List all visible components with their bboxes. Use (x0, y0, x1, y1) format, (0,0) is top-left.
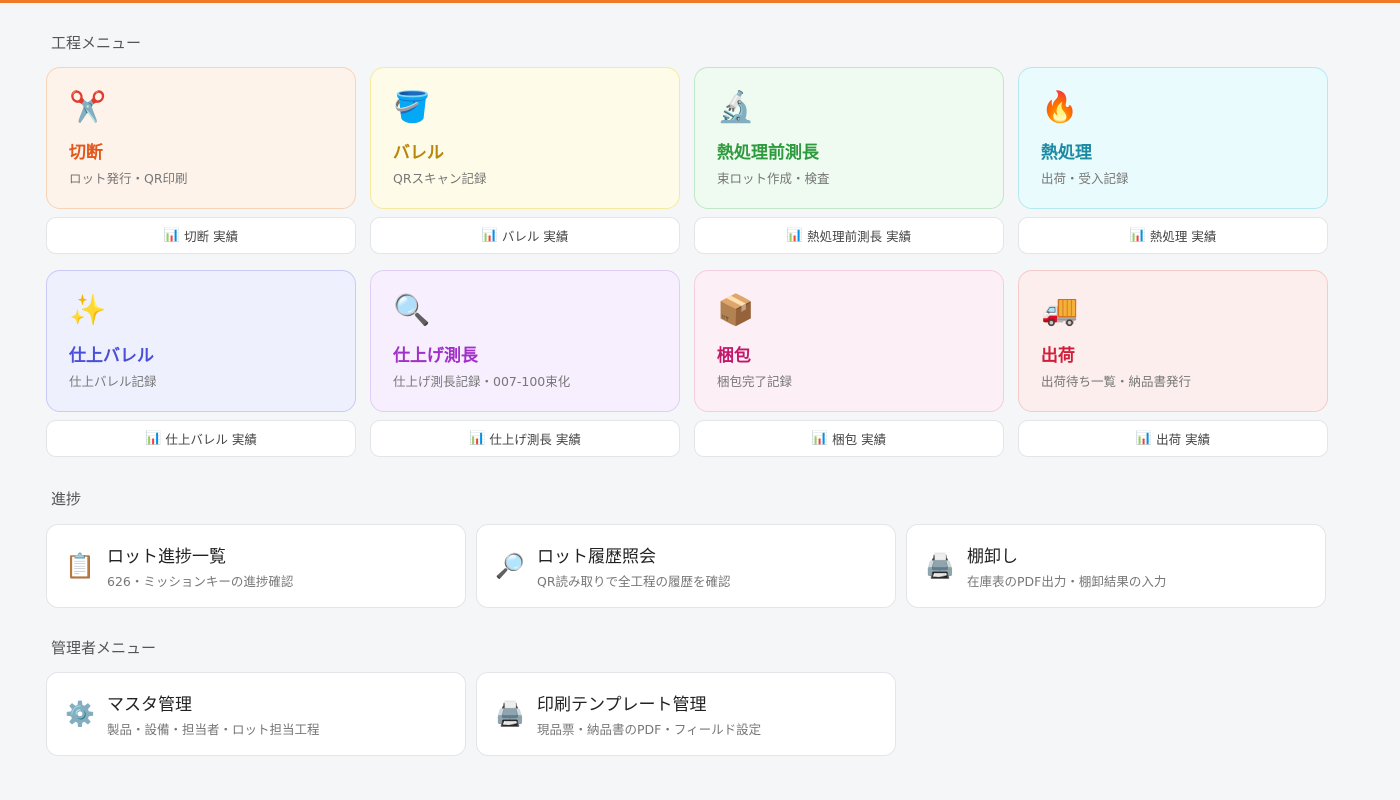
print-template-management-card[interactable]: 🖨️ 印刷テンプレート管理 現品票・納品書のPDF・フィールド設定 (476, 672, 896, 756)
finish-measure-results-button[interactable]: 📊 仕上げ測長 実績 (370, 420, 680, 457)
process-row-2: ✨ 仕上バレル 仕上バレル記録 📊 仕上バレル 実績 🔍 仕上げ測長 仕上げ測長… (46, 270, 1328, 457)
process-heat-treatment: 🔥 熱処理 出荷・受入記録 📊 熱処理 実績 (1018, 67, 1328, 254)
bar-chart-icon: 📊 (786, 228, 804, 243)
fire-icon: 🔥 (1041, 90, 1079, 125)
magnifier-icon: 🔎 (495, 552, 525, 580)
clipboard-icon: 📋 (65, 552, 95, 580)
packing-results-button[interactable]: 📊 梱包 実績 (694, 420, 1004, 457)
process-title: バレル (393, 143, 444, 163)
bar-chart-icon: 📊 (145, 431, 162, 446)
card-title: 棚卸し (967, 547, 1018, 567)
process-subtitle: QRスキャン記録 (393, 171, 487, 186)
card-texts: ロット履歴照会 QR読み取りで全工程の履歴を確認 (537, 542, 731, 590)
process-finish-measure: 🔍 仕上げ測長 仕上げ測長記録・007-100束化 📊 仕上げ測長 実績 (370, 270, 680, 457)
section-title-progress: 進捗 (51, 490, 82, 508)
shipping-results-button[interactable]: 📊 出荷 実績 (1018, 420, 1328, 457)
process-subtitle: 出荷・受入記録 (1041, 171, 1129, 186)
barrel-results-button[interactable]: 📊 バレル 実績 (370, 217, 680, 254)
process-title: 熱処理前測長 (717, 143, 819, 163)
process-subtitle: 仕上げ測長記録・007-100束化 (393, 374, 571, 389)
process-finish-barrel: ✨ 仕上バレル 仕上バレル記録 📊 仕上バレル 実績 (46, 270, 356, 457)
process-card-finish-barrel[interactable]: ✨ 仕上バレル 仕上バレル記録 (46, 270, 356, 412)
process-card-packing[interactable]: 📦 梱包 梱包完了記録 (694, 270, 1004, 412)
results-label: 出荷 実績 (1156, 432, 1211, 447)
card-texts: ロット進捗一覧 626・ミッションキーの進捗確認 (107, 542, 293, 590)
lot-progress-list-card[interactable]: 📋 ロット進捗一覧 626・ミッションキーの進捗確認 (46, 524, 466, 608)
card-subtitle: 現品票・納品書のPDF・フィールド設定 (537, 722, 762, 737)
process-pre-heat-measure: 🔬 熱処理前測長 束ロット作成・検査 📊 熱処理前測長 実績 (694, 67, 1004, 254)
top-accent-bar (0, 0, 1400, 3)
process-subtitle: 束ロット作成・検査 (717, 171, 830, 186)
process-card-shipping[interactable]: 🚚 出荷 出荷待ち一覧・納品書発行 (1018, 270, 1328, 412)
process-barrel: 🪣 バレル QRスキャン記録 📊 バレル 実績 (370, 67, 680, 254)
process-subtitle: ロット発行・QR印刷 (69, 171, 188, 186)
results-label: 切断 実績 (184, 229, 239, 244)
process-title: 梱包 (717, 346, 751, 366)
admin-cards: ⚙️ マスタ管理 製品・設備・担当者・ロット担当工程 🖨️ 印刷テンプレート管理… (46, 672, 896, 756)
section-title-admin-menu: 管理者メニュー (51, 639, 157, 657)
process-card-pre-heat-measure[interactable]: 🔬 熱処理前測長 束ロット作成・検査 (694, 67, 1004, 209)
printer-icon: 🖨️ (495, 700, 525, 728)
printer-icon: 🖨️ (925, 552, 955, 580)
bar-chart-icon: 📊 (469, 431, 486, 446)
master-management-card[interactable]: ⚙️ マスタ管理 製品・設備・担当者・ロット担当工程 (46, 672, 466, 756)
microscope-icon: 🔬 (717, 90, 755, 125)
process-row-1: ✂️ 切断 ロット発行・QR印刷 📊 切断 実績 🪣 バレル QRスキャン記録 … (46, 67, 1328, 254)
process-subtitle: 出荷待ち一覧・納品書発行 (1041, 374, 1192, 389)
progress-cards: 📋 ロット進捗一覧 626・ミッションキーの進捗確認 🔎 ロット履歴照会 QR読… (46, 524, 1326, 608)
card-subtitle: 製品・設備・担当者・ロット担当工程 (107, 722, 320, 737)
package-icon: 📦 (717, 293, 755, 328)
process-title: 仕上げ測長 (393, 346, 478, 366)
gear-icon: ⚙️ (65, 700, 95, 728)
card-title: マスタ管理 (107, 695, 192, 715)
card-texts: 印刷テンプレート管理 現品票・納品書のPDF・フィールド設定 (537, 690, 761, 738)
card-subtitle: QR読み取りで全工程の履歴を確認 (537, 574, 731, 589)
card-title: ロット進捗一覧 (107, 547, 226, 567)
card-texts: 棚卸し 在庫表のPDF出力・棚卸結果の入力 (967, 542, 1166, 590)
process-title: 切断 (69, 143, 103, 163)
bar-chart-icon: 📊 (163, 228, 181, 243)
results-label: 梱包 実績 (832, 432, 887, 447)
bar-chart-icon: 📊 (481, 228, 498, 243)
lot-history-inquiry-card[interactable]: 🔎 ロット履歴照会 QR読み取りで全工程の履歴を確認 (476, 524, 896, 608)
card-title: 印刷テンプレート管理 (537, 695, 707, 715)
inventory-count-card[interactable]: 🖨️ 棚卸し 在庫表のPDF出力・棚卸結果の入力 (906, 524, 1326, 608)
results-label: 熱処理前測長 実績 (807, 229, 912, 244)
process-title: 熱処理 (1041, 143, 1092, 163)
bucket-icon: 🪣 (393, 90, 431, 125)
process-cutting: ✂️ 切断 ロット発行・QR印刷 📊 切断 実績 (46, 67, 356, 254)
process-card-cutting[interactable]: ✂️ 切断 ロット発行・QR印刷 (46, 67, 356, 209)
card-subtitle: 626・ミッションキーの進捗確認 (107, 574, 294, 589)
process-title: 仕上バレル (69, 346, 154, 366)
finish-barrel-results-button[interactable]: 📊 仕上バレル 実績 (46, 420, 356, 457)
truck-icon: 🚚 (1041, 293, 1079, 328)
process-card-heat-treatment[interactable]: 🔥 熱処理 出荷・受入記録 (1018, 67, 1328, 209)
process-subtitle: 仕上バレル記録 (69, 374, 157, 389)
results-label: 仕上げ測長 実績 (489, 432, 581, 447)
section-title-process-menu: 工程メニュー (51, 34, 142, 52)
results-label: 熱処理 実績 (1149, 229, 1217, 244)
pre-heat-measure-results-button[interactable]: 📊 熱処理前測長 実績 (694, 217, 1004, 254)
process-shipping: 🚚 出荷 出荷待ち一覧・納品書発行 📊 出荷 実績 (1018, 270, 1328, 457)
bar-chart-icon: 📊 (1129, 228, 1146, 243)
card-texts: マスタ管理 製品・設備・担当者・ロット担当工程 (107, 690, 320, 738)
bar-chart-icon: 📊 (811, 431, 829, 446)
results-label: 仕上バレル 実績 (165, 432, 257, 447)
bar-chart-icon: 📊 (1135, 431, 1153, 446)
process-packing: 📦 梱包 梱包完了記録 📊 梱包 実績 (694, 270, 1004, 457)
process-card-finish-measure[interactable]: 🔍 仕上げ測長 仕上げ測長記録・007-100束化 (370, 270, 680, 412)
process-title: 出荷 (1041, 346, 1075, 366)
results-label: バレル 実績 (501, 229, 569, 244)
cutting-results-button[interactable]: 📊 切断 実績 (46, 217, 356, 254)
sparkles-icon: ✨ (69, 293, 107, 328)
card-subtitle: 在庫表のPDF出力・棚卸結果の入力 (967, 574, 1167, 589)
card-title: ロット履歴照会 (537, 547, 656, 567)
magnifier-icon: 🔍 (393, 293, 431, 328)
scissors-icon: ✂️ (69, 90, 107, 125)
heat-treatment-results-button[interactable]: 📊 熱処理 実績 (1018, 217, 1328, 254)
process-subtitle: 梱包完了記録 (717, 374, 793, 389)
process-card-barrel[interactable]: 🪣 バレル QRスキャン記録 (370, 67, 680, 209)
